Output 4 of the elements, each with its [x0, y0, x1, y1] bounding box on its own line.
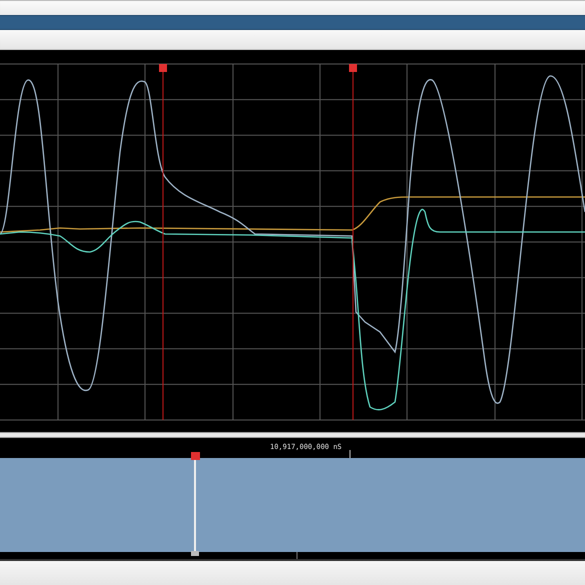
splitter[interactable]	[0, 432, 585, 438]
cursor-marker[interactable]	[349, 64, 357, 420]
cursor-marker[interactable]	[159, 64, 167, 420]
position-marker[interactable]	[191, 452, 200, 556]
